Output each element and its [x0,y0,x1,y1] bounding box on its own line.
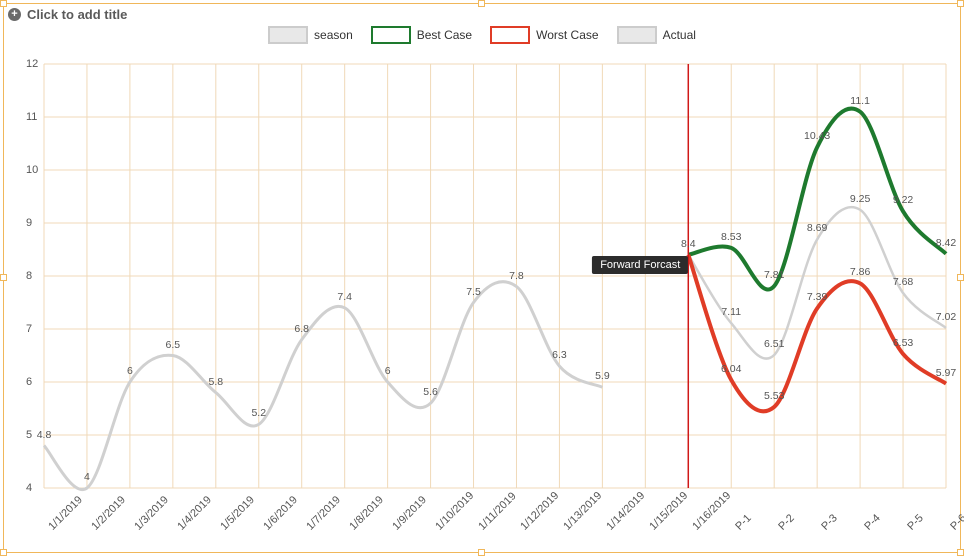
legend-swatch [617,26,657,44]
y-tick-label: 6 [26,376,32,388]
y-tick-label: 12 [26,58,38,70]
x-tick-label: 1/14/2019 [605,490,648,533]
x-tick-label: 1/5/2019 [218,494,257,533]
resize-handle[interactable] [478,549,485,556]
x-tick-label: 1/13/2019 [562,490,605,533]
legend-item-actual[interactable]: Actual [617,26,696,44]
legend-label: Actual [663,28,696,42]
x-tick-label: 1/6/2019 [261,494,300,533]
chart-editor-canvas: { "title_placeholder": "Click to add tit… [0,0,964,556]
x-axis-labels: 1/1/20191/2/20191/3/20191/4/20191/5/2019… [22,488,950,544]
legend-item-best[interactable]: Best Case [371,26,472,44]
resize-handle[interactable] [957,0,964,7]
resize-handle[interactable] [0,274,7,281]
forecast-tooltip: Forward Forcast [592,256,688,274]
x-tick-label: 1/10/2019 [433,490,476,533]
x-tick-label: P-2 [776,512,797,533]
x-tick-label: P-1 [733,512,754,533]
legend-item-worst[interactable]: Worst Case [490,26,598,44]
legend-swatch [371,26,411,44]
x-tick-label: 1/11/2019 [476,490,519,533]
resize-handle[interactable] [957,274,964,281]
legend-label: season [314,28,353,42]
x-tick-label: 1/2/2019 [89,494,128,533]
y-tick-label: 5 [26,429,32,441]
x-tick-label: 1/9/2019 [390,494,429,533]
y-tick-label: 8 [26,270,32,282]
chart-title-placeholder[interactable]: Click to add title [27,7,127,22]
x-tick-label: P-4 [862,512,883,533]
y-tick-label: 11 [26,111,37,123]
x-tick-label: 1/1/2019 [46,494,85,533]
legend: season Best Case Worst Case Actual [4,26,960,44]
x-tick-label: 1/15/2019 [648,490,691,533]
chart-card[interactable]: + Click to add title season Best Case Wo… [3,3,961,553]
x-tick-label: 1/7/2019 [304,494,343,533]
x-tick-label: P-5 [905,512,926,533]
resize-handle[interactable] [0,0,7,7]
x-tick-label: 1/8/2019 [347,494,386,533]
y-tick-label: 7 [26,323,32,335]
x-tick-label: 1/4/2019 [175,494,214,533]
chart-svg [22,60,950,492]
x-tick-label: 1/12/2019 [519,490,562,533]
x-tick-label: P-3 [819,512,840,533]
chart-title-bar: + Click to add title [4,4,960,28]
plus-icon[interactable]: + [8,8,21,21]
plot-area: Forward Forcast4567891011124.8466.55.85.… [22,60,950,492]
y-tick-label: 9 [26,217,32,229]
x-tick-label: 1/3/2019 [132,494,171,533]
series-season [44,282,602,490]
resize-handle[interactable] [957,549,964,556]
legend-item-season[interactable]: season [268,26,353,44]
legend-swatch [490,26,530,44]
resize-handle[interactable] [0,549,7,556]
x-tick-label: P-6 [948,512,964,533]
resize-handle[interactable] [478,0,485,7]
legend-label: Best Case [417,28,472,42]
y-tick-label: 10 [26,164,38,176]
legend-label: Worst Case [536,28,598,42]
legend-swatch [268,26,308,44]
x-tick-label: 1/16/2019 [691,490,734,533]
